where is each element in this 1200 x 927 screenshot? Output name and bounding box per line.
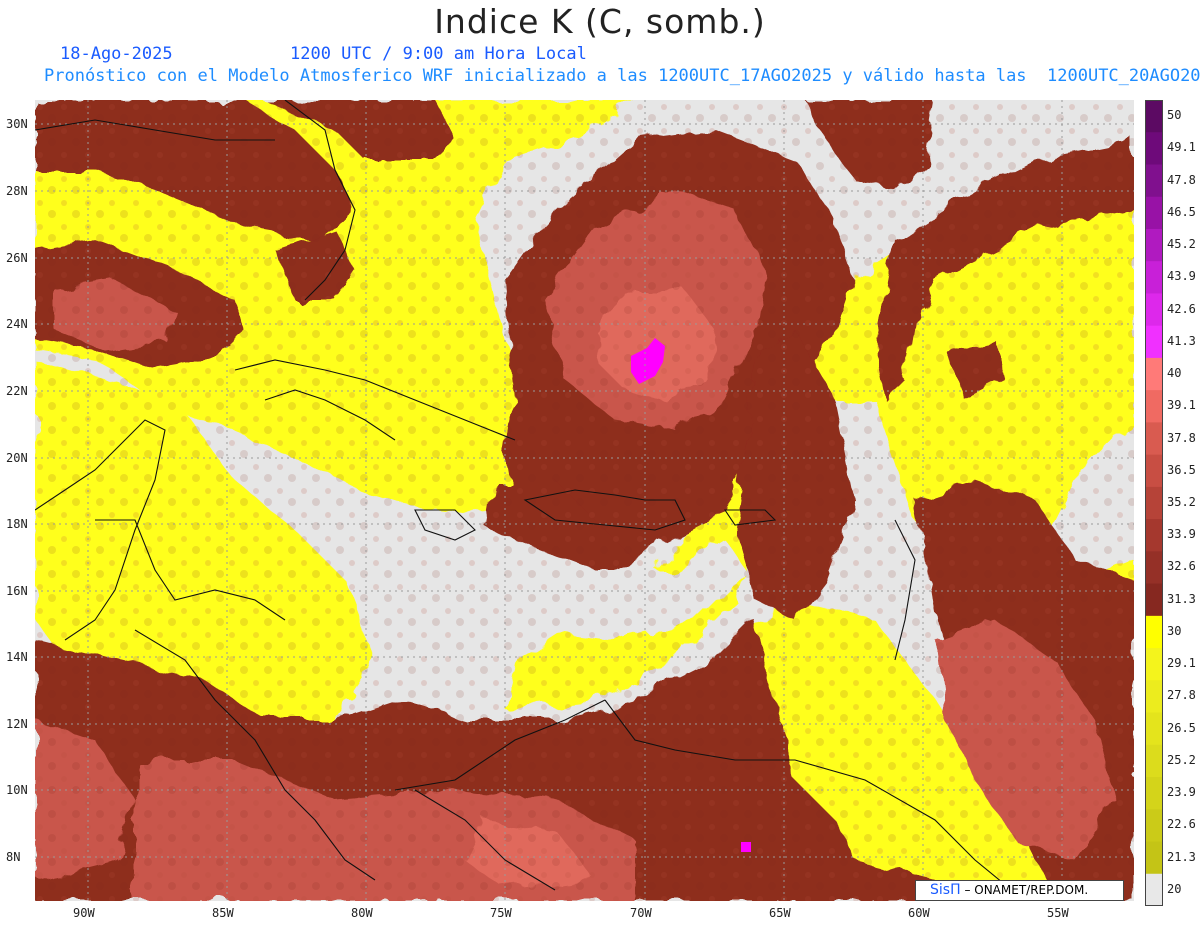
colorbar-label: 47.8 bbox=[1167, 172, 1196, 187]
colorbar-swatch bbox=[1145, 357, 1163, 391]
colorbar-swatch bbox=[1145, 164, 1163, 198]
colorbar-swatch bbox=[1145, 132, 1163, 165]
credit-text: – ONAMET/REP.DOM. bbox=[964, 883, 1089, 897]
lat-label: 28N bbox=[6, 184, 28, 198]
forecast-description: Pronóstico con el Modelo Atmosferico WRF… bbox=[44, 66, 1200, 86]
colorbar-swatch bbox=[1145, 390, 1163, 423]
colorbar-label: 42.6 bbox=[1167, 301, 1196, 316]
lat-label: 24N bbox=[6, 317, 28, 331]
lat-label: 26N bbox=[6, 251, 28, 265]
lat-label: 14N bbox=[6, 650, 28, 664]
colorbar-label: 33.9 bbox=[1167, 527, 1196, 542]
lat-label: 22N bbox=[6, 384, 28, 398]
colorbar-label: 30 bbox=[1167, 623, 1182, 638]
credit-box: SisΠ – ONAMET/REP.DOM. bbox=[915, 880, 1124, 901]
colorbar-label: 50 bbox=[1167, 108, 1182, 123]
colorbar-swatch bbox=[1145, 261, 1163, 294]
colorbar-swatch bbox=[1145, 486, 1163, 520]
colorbar-swatch bbox=[1145, 648, 1163, 681]
colorbar-label: 32.6 bbox=[1167, 559, 1196, 574]
colorbar-label: 37.8 bbox=[1167, 430, 1196, 445]
colorbar-swatch bbox=[1145, 680, 1163, 714]
sispi-logo-text: SisΠ bbox=[930, 882, 961, 898]
colorbar-label: 27.8 bbox=[1167, 688, 1196, 703]
forecast-date: 18-Ago-2025 bbox=[60, 44, 173, 64]
lon-label: 55W bbox=[1047, 906, 1069, 920]
colorbar-label: 49.1 bbox=[1167, 140, 1196, 155]
colorbar-label: 41.3 bbox=[1167, 333, 1196, 348]
forecast-time: 1200 UTC / 9:00 am Hora Local bbox=[290, 44, 587, 64]
colorbar-swatch bbox=[1145, 325, 1163, 359]
lon-label: 65W bbox=[769, 906, 791, 920]
lat-label: 8N bbox=[6, 850, 21, 864]
colorbar-swatch bbox=[1145, 809, 1163, 843]
max-k-spot bbox=[741, 842, 751, 852]
lat-label: 30N bbox=[6, 117, 28, 131]
colorbar-label: 40 bbox=[1167, 366, 1182, 381]
lat-label: 20N bbox=[6, 451, 28, 465]
colorbar-swatch bbox=[1145, 293, 1163, 327]
colorbar-label: 29.1 bbox=[1167, 656, 1196, 671]
colorbar-label: 31.3 bbox=[1167, 591, 1196, 606]
colorbar-label: 21.3 bbox=[1167, 849, 1196, 864]
k-index-map bbox=[35, 100, 1134, 901]
lat-label: 16N bbox=[6, 584, 28, 598]
lon-label: 80W bbox=[351, 906, 373, 920]
field-texture bbox=[35, 100, 1134, 901]
colorbar-label: 22.6 bbox=[1167, 817, 1196, 832]
colorbar-label: 26.5 bbox=[1167, 720, 1196, 735]
lon-label: 90W bbox=[73, 906, 95, 920]
colorbar-label: 25.2 bbox=[1167, 752, 1196, 767]
colorbar-swatch bbox=[1145, 615, 1163, 649]
colorbar-label: 35.2 bbox=[1167, 495, 1196, 509]
lat-label: 12N bbox=[6, 717, 28, 731]
colorbar-swatch bbox=[1145, 777, 1163, 810]
colorbar-swatch bbox=[1145, 422, 1163, 456]
colorbar-label: 45.2 bbox=[1167, 237, 1196, 252]
colorbar-swatch bbox=[1145, 841, 1163, 875]
colorbar-swatch bbox=[1145, 873, 1163, 906]
colorbar-swatch bbox=[1145, 551, 1163, 585]
colorbar-label: 43.9 bbox=[1167, 269, 1196, 284]
colorbar-swatch bbox=[1145, 744, 1163, 778]
lat-label: 18N bbox=[6, 517, 28, 531]
colorbar-swatch bbox=[1145, 100, 1163, 133]
colorbar-label: 20 bbox=[1167, 881, 1182, 896]
colorbar bbox=[1145, 100, 1163, 906]
colorbar-swatch bbox=[1145, 228, 1163, 262]
colorbar-swatch bbox=[1145, 196, 1163, 230]
colorbar-label: 46.5 bbox=[1167, 204, 1196, 219]
colorbar-label: 39.1 bbox=[1167, 398, 1196, 413]
colorbar-swatch bbox=[1145, 454, 1163, 488]
colorbar-label: 23.9 bbox=[1167, 785, 1196, 800]
lon-label: 70W bbox=[630, 906, 652, 920]
colorbar-swatch bbox=[1145, 583, 1163, 617]
colorbar-label: 36.5 bbox=[1167, 462, 1196, 477]
lon-label: 60W bbox=[908, 906, 930, 920]
lat-label: 10N bbox=[6, 783, 28, 797]
chart-title: Indice K (C, somb.) bbox=[434, 2, 766, 41]
lon-label: 85W bbox=[212, 906, 234, 920]
lon-label: 75W bbox=[490, 906, 512, 920]
colorbar-swatch bbox=[1145, 519, 1163, 552]
colorbar-swatch bbox=[1145, 712, 1163, 746]
